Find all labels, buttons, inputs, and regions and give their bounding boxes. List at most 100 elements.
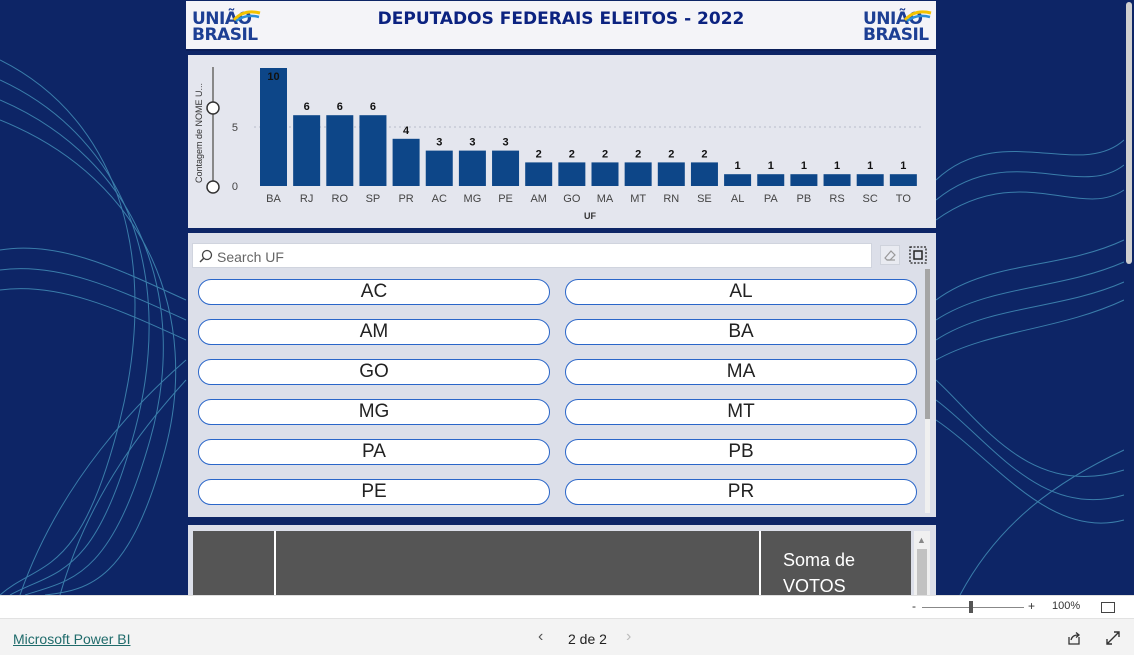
- bar-value-label: 1: [768, 160, 774, 172]
- bar-value-label: 2: [569, 148, 575, 160]
- x-tick-label: MT: [630, 193, 646, 205]
- search-icon: [199, 249, 213, 263]
- table-header-col-2[interactable]: [276, 531, 761, 595]
- x-tick-label: SC: [863, 193, 878, 205]
- x-tick-label: PB: [797, 193, 812, 205]
- bar-value-label: 1: [801, 160, 807, 172]
- x-tick-label: SP: [366, 193, 381, 205]
- x-tick-label: RJ: [300, 193, 313, 205]
- page-indicator: 2 de 2: [568, 631, 607, 647]
- bar-chart: Contagem de NOME U... 0 5 10 6 6 6 4 3 3 3 2 2 2 2 2 2…: [194, 67, 923, 221]
- bar-RS[interactable]: [823, 174, 851, 186]
- sum-votes-header[interactable]: Soma de VOTOS: [783, 547, 893, 595]
- table-header: Soma de VOTOS: [193, 531, 911, 595]
- slicer-item-al[interactable]: AL: [565, 279, 917, 305]
- x-axis-label: UF: [584, 211, 596, 221]
- clear-selection-button[interactable]: [880, 245, 900, 265]
- bar-value-label: 3: [502, 137, 508, 149]
- share-icon[interactable]: [1066, 630, 1082, 646]
- page-scrollbar-thumb[interactable]: [1126, 2, 1132, 264]
- slicer-item-ma[interactable]: MA: [565, 359, 917, 385]
- x-tick-label: MG: [464, 193, 482, 205]
- fullscreen-icon[interactable]: [1105, 630, 1121, 646]
- y-tick-label: 5: [232, 122, 238, 134]
- zoom-slider-track[interactable]: [922, 607, 1024, 608]
- bar-RO[interactable]: [326, 115, 354, 186]
- slicer-item-pr[interactable]: PR: [565, 479, 917, 505]
- fit-to-page-icon[interactable]: [1101, 602, 1115, 613]
- bar-value-label: 2: [536, 148, 542, 160]
- bar-TO[interactable]: [889, 174, 917, 186]
- bar-MA[interactable]: [591, 162, 619, 186]
- bar-RJ[interactable]: [293, 115, 321, 186]
- bar-MT[interactable]: [624, 162, 652, 186]
- next-page-button[interactable]: ›: [626, 628, 631, 646]
- table-header-col-1[interactable]: [193, 531, 276, 595]
- slicer-item-pb[interactable]: PB: [565, 439, 917, 465]
- slicer-scrollbar-thumb[interactable]: [925, 269, 930, 419]
- bar-AL[interactable]: [724, 174, 752, 186]
- uf-slicer-panel: Search UF AC AL AM BA GO MA MG MT PA PB PE PR: [188, 233, 936, 517]
- slicer-item-mg[interactable]: MG: [198, 399, 550, 425]
- slicer-item-pa[interactable]: PA: [198, 439, 550, 465]
- zoom-out-button[interactable]: -: [912, 599, 916, 613]
- select-frame-icon: [909, 246, 927, 264]
- prev-page-button[interactable]: ‹: [538, 628, 543, 646]
- x-tick-label: RN: [663, 193, 679, 205]
- search-placeholder: Search UF: [217, 249, 284, 265]
- x-tick-label: PE: [498, 193, 513, 205]
- x-tick-label: MA: [597, 193, 614, 205]
- x-tick-label: BA: [266, 193, 281, 205]
- x-tick-label: AM: [530, 193, 547, 205]
- slicer-item-mt[interactable]: MT: [565, 399, 917, 425]
- power-bi-link[interactable]: Microsoft Power BI: [13, 631, 130, 647]
- table-scrollbar-thumb[interactable]: [917, 549, 927, 595]
- zoom-in-button[interactable]: +: [1028, 599, 1035, 613]
- slicer-item-am[interactable]: AM: [198, 319, 550, 345]
- uf-slicer-items: AC AL AM BA GO MA MG MT PA PB PE PR: [198, 279, 918, 509]
- x-tick-label: PR: [398, 193, 413, 205]
- slicer-item-pe[interactable]: PE: [198, 479, 550, 505]
- bar-value-label: 4: [403, 125, 410, 137]
- votes-table-panel: Soma de VOTOS ▲: [188, 525, 936, 595]
- uniao-brasil-logo-right: UNIÃO BRASIL: [863, 9, 935, 47]
- x-tick-label: SE: [697, 193, 712, 205]
- y-axis-label: Contagem de NOME U...: [194, 83, 204, 183]
- bar-AC[interactable]: [425, 150, 453, 186]
- y-range-slider-handle-bottom[interactable]: [206, 180, 220, 194]
- page-scrollbar[interactable]: [1124, 0, 1134, 595]
- bar-value-label: 1: [867, 160, 873, 172]
- bar-AM[interactable]: [525, 162, 553, 186]
- select-all-button[interactable]: [908, 245, 928, 265]
- bar-SC[interactable]: [856, 174, 884, 186]
- bar-value-label: 3: [436, 137, 442, 149]
- bar-RN[interactable]: [657, 162, 685, 186]
- bar-MG[interactable]: [458, 150, 486, 186]
- scroll-up-icon[interactable]: ▲: [917, 535, 926, 545]
- slicer-scrollbar[interactable]: [925, 269, 930, 513]
- x-tick-label: TO: [896, 193, 912, 205]
- y-range-slider-handle-top[interactable]: [206, 101, 220, 115]
- bar-BA[interactable]: [260, 68, 287, 186]
- bar-PR[interactable]: [392, 138, 420, 186]
- table-scrollbar[interactable]: ▲: [914, 531, 930, 595]
- logo-swoosh-icon: [903, 10, 932, 23]
- slicer-item-ac[interactable]: AC: [198, 279, 550, 305]
- bar-PB[interactable]: [790, 174, 818, 186]
- zoom-bar: - + 100%: [0, 595, 1134, 618]
- bar-PA[interactable]: [757, 174, 785, 186]
- x-tick-label: AL: [731, 193, 744, 205]
- slicer-item-ba[interactable]: BA: [565, 319, 917, 345]
- zoom-slider-handle[interactable]: [969, 601, 973, 613]
- bar-SP[interactable]: [359, 115, 387, 186]
- bar-GO[interactable]: [558, 162, 586, 186]
- bar-value-label: 1: [900, 160, 906, 172]
- bar-value-label: 2: [668, 148, 674, 160]
- bar-SE[interactable]: [690, 162, 718, 186]
- bar-value-label: 3: [469, 137, 475, 149]
- bar-PE[interactable]: [492, 150, 520, 186]
- slicer-item-go[interactable]: GO: [198, 359, 550, 385]
- bar-value-label: 6: [370, 101, 376, 113]
- zoom-percent: 100%: [1052, 600, 1081, 612]
- search-uf-input[interactable]: Search UF: [192, 243, 872, 268]
